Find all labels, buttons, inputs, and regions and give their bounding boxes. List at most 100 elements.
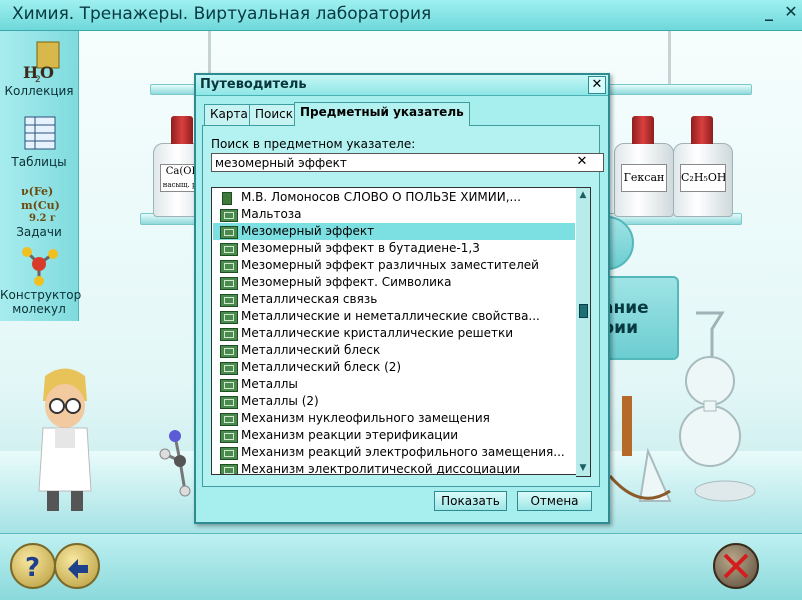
list-item[interactable]: Механизм реакций электрофильного замещен… <box>213 444 575 461</box>
dialog-close-button[interactable]: ✕ <box>588 76 606 94</box>
scroll-up-button[interactable]: ▲ <box>578 190 588 200</box>
minimize-button[interactable]: _ <box>760 2 778 22</box>
media-icon <box>220 447 238 460</box>
molecule-constructor-icon <box>17 244 61 288</box>
sidebar-item-tables[interactable]: Таблицы <box>0 111 78 169</box>
media-icon <box>220 328 238 341</box>
list-item-label: Металлические и неметаллические свойства… <box>241 309 540 323</box>
bottle-cap <box>691 116 713 144</box>
sidebar: H2O Коллекция Таблицы ν(Fe) m(Cu) 9.2 г За… <box>0 31 82 321</box>
bottle-cap <box>171 116 193 144</box>
search-input[interactable] <box>211 153 604 172</box>
svg-text:m(Cu): m(Cu) <box>21 199 60 212</box>
tab-search[interactable]: Поиск <box>249 104 300 125</box>
list-item[interactable]: Механизм реакции этерификации <box>213 427 575 444</box>
media-icon <box>220 294 238 307</box>
bottle-cap <box>632 116 654 144</box>
list-item[interactable]: Мезомерный эффект. Символика <box>213 274 575 291</box>
media-icon <box>220 209 238 222</box>
sidebar-item-molecule-constructor[interactable]: Конструктор молекул <box>0 244 82 316</box>
reagent-bottle[interactable]: C₂H₅OH <box>673 116 733 217</box>
glassware-icon[interactable] <box>600 301 800 533</box>
h2o-collection-icon: H2O <box>17 40 61 85</box>
svg-text:ν(Fe): ν(Fe) <box>21 185 53 198</box>
media-icon <box>220 430 238 443</box>
list-item[interactable]: Мезомерный эффект <box>213 223 575 240</box>
sidebar-item-label: Таблицы <box>11 155 67 169</box>
shelf-rod <box>668 31 671 86</box>
dialog-title: Путеводитель <box>200 77 307 92</box>
list-item-label: Мезомерный эффект. Символика <box>241 275 452 289</box>
list-item[interactable]: Мезомерный эффект в бутадиене-1,3 <box>213 240 575 257</box>
media-icon <box>220 311 238 324</box>
list-item-label: Механизм реакции этерификации <box>241 428 459 442</box>
svg-text:?: ? <box>25 553 40 583</box>
book-icon <box>222 192 232 205</box>
svg-text:9.2 г: 9.2 г <box>29 213 56 224</box>
svg-text:O: O <box>40 63 54 82</box>
tab-subject-index[interactable]: Предметный указатель <box>294 102 470 126</box>
help-button[interactable]: ? <box>10 543 56 589</box>
list-item-label: Мезомерный эффект <box>241 224 375 238</box>
list-item[interactable]: Металлический блеск (2) <box>213 359 575 376</box>
list-item[interactable]: Мезомерный эффект различных заместителей <box>213 257 575 274</box>
media-icon <box>220 226 238 239</box>
bottle-label: C₂H₅OH <box>680 164 726 192</box>
guide-dialog: Путеводитель ✕ Карта Поиск Предметный ук… <box>194 73 610 524</box>
sidebar-item-label: Конструктор молекул <box>0 288 82 316</box>
exit-arrow-icon <box>68 559 88 579</box>
list-item-label: Металлический блеск <box>241 343 381 357</box>
question-mark-icon: ? <box>25 553 40 583</box>
app-title: Химия. Тренажеры. Виртуальная лаборатори… <box>12 4 432 24</box>
cancel-button[interactable]: Отмена <box>517 491 592 511</box>
scroll-down-button[interactable]: ▼ <box>578 463 588 473</box>
media-icon <box>220 362 238 375</box>
sidebar-item-tasks[interactable]: ν(Fe) m(Cu) 9.2 г Задачи <box>0 181 78 239</box>
dialog-titlebar[interactable]: Путеводитель ✕ <box>196 75 608 96</box>
list-item-label: Металлический блеск (2) <box>241 360 402 374</box>
media-icon <box>220 243 238 256</box>
media-icon <box>220 345 238 358</box>
search-clear-button[interactable]: ✕ <box>575 154 589 170</box>
app-titlebar: Химия. Тренажеры. Виртуальная лаборатори… <box>0 0 802 31</box>
media-icon <box>220 464 238 474</box>
sidebar-item-label: Коллекция <box>4 84 74 98</box>
media-icon <box>220 260 238 273</box>
list-item[interactable]: Мальтоза <box>213 206 575 223</box>
list-item[interactable]: Металлическая связь <box>213 291 575 308</box>
reagent-bottle[interactable]: Гексан <box>614 116 674 217</box>
list-item[interactable]: Металлы <box>213 376 575 393</box>
list-item-label: Металлы <box>241 377 298 391</box>
formula-tasks-icon: ν(Fe) m(Cu) 9.2 г <box>17 181 61 225</box>
media-icon <box>220 413 238 426</box>
media-icon <box>220 396 238 409</box>
list-item[interactable]: Механизм электролитической диссоциации <box>213 461 575 475</box>
bottom-toolbar: ? <box>0 533 802 600</box>
list-scrollbar[interactable]: ▲ ▼ <box>576 187 591 477</box>
tools-off-button[interactable] <box>713 543 759 589</box>
crossed-tools-icon <box>723 553 749 579</box>
bottle-label: Гексан <box>621 164 667 192</box>
list-item-label: Металлы (2) <box>241 394 319 408</box>
list-item[interactable]: Металлические кристаллические решетки <box>213 325 575 342</box>
media-icon <box>220 277 238 290</box>
index-list[interactable]: М.В. Ломоносов СЛОВО О ПОЛЬЗЕ ХИМИИ,... М… <box>211 187 577 475</box>
list-item[interactable]: Металлические и неметаллические свойства… <box>213 308 575 325</box>
search-label: Поиск в предметном указателе: <box>211 137 416 151</box>
scroll-thumb[interactable] <box>579 304 588 318</box>
sidebar-item-collection[interactable]: H2O Коллекция <box>0 40 78 98</box>
list-item-label: Механизм электролитической диссоциации <box>241 462 521 475</box>
list-item-label: М.В. Ломоносов СЛОВО О ПОЛЬЗЕ ХИМИИ,... <box>241 190 521 204</box>
list-item-label: Мезомерный эффект в бутадиене-1,3 <box>241 241 480 255</box>
list-item-label: Мальтоза <box>241 207 302 221</box>
close-app-button[interactable]: ✕ <box>782 2 800 22</box>
exit-button[interactable] <box>54 543 100 589</box>
list-item[interactable]: Механизм нуклеофильного замещения <box>213 410 575 427</box>
list-item[interactable]: Металлы (2) <box>213 393 575 410</box>
show-button[interactable]: Показать <box>434 491 507 511</box>
list-item-label: Металлическая связь <box>241 292 378 306</box>
list-item[interactable]: Металлический блеск <box>213 342 575 359</box>
tab-map[interactable]: Карта <box>204 104 254 125</box>
list-item[interactable]: М.В. Ломоносов СЛОВО О ПОЛЬЗЕ ХИМИИ,... <box>213 189 575 206</box>
professor-character-icon[interactable] <box>25 366 105 516</box>
